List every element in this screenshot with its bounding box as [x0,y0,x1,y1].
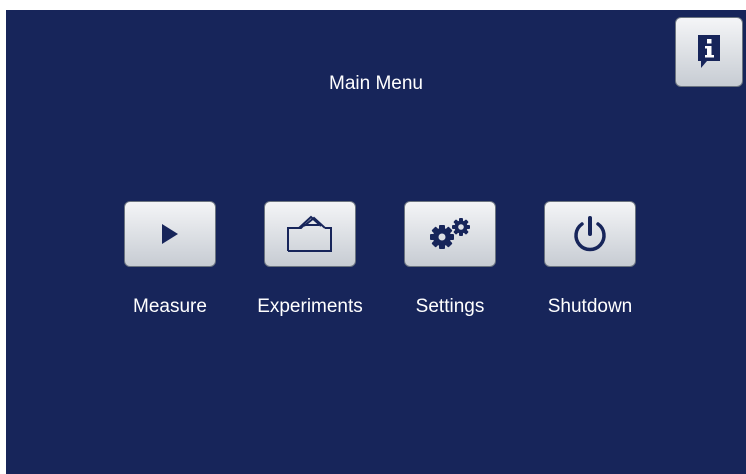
info-icon [697,34,721,70]
play-icon [158,222,182,246]
experiments-tile[interactable] [264,201,356,267]
measure-button[interactable]: Measure [105,201,235,321]
shutdown-label: Shutdown [547,296,633,317]
power-icon [570,214,610,254]
page-title: Main Menu [329,73,423,94]
settings-button[interactable]: Settings [385,201,515,321]
main-menu-screen: Main Menu Measure Experiments Settings S… [6,10,746,474]
folder-icon [285,214,335,254]
measure-tile[interactable] [124,201,216,267]
settings-label: Settings [415,296,485,317]
shutdown-button[interactable]: Shutdown [525,201,655,321]
experiments-button[interactable]: Experiments [245,201,375,321]
info-button[interactable] [675,17,743,87]
measure-label: Measure [133,296,207,317]
shutdown-tile[interactable] [544,201,636,267]
settings-tile[interactable] [404,201,496,267]
gears-icon [425,216,475,252]
experiments-label: Experiments [257,296,363,317]
